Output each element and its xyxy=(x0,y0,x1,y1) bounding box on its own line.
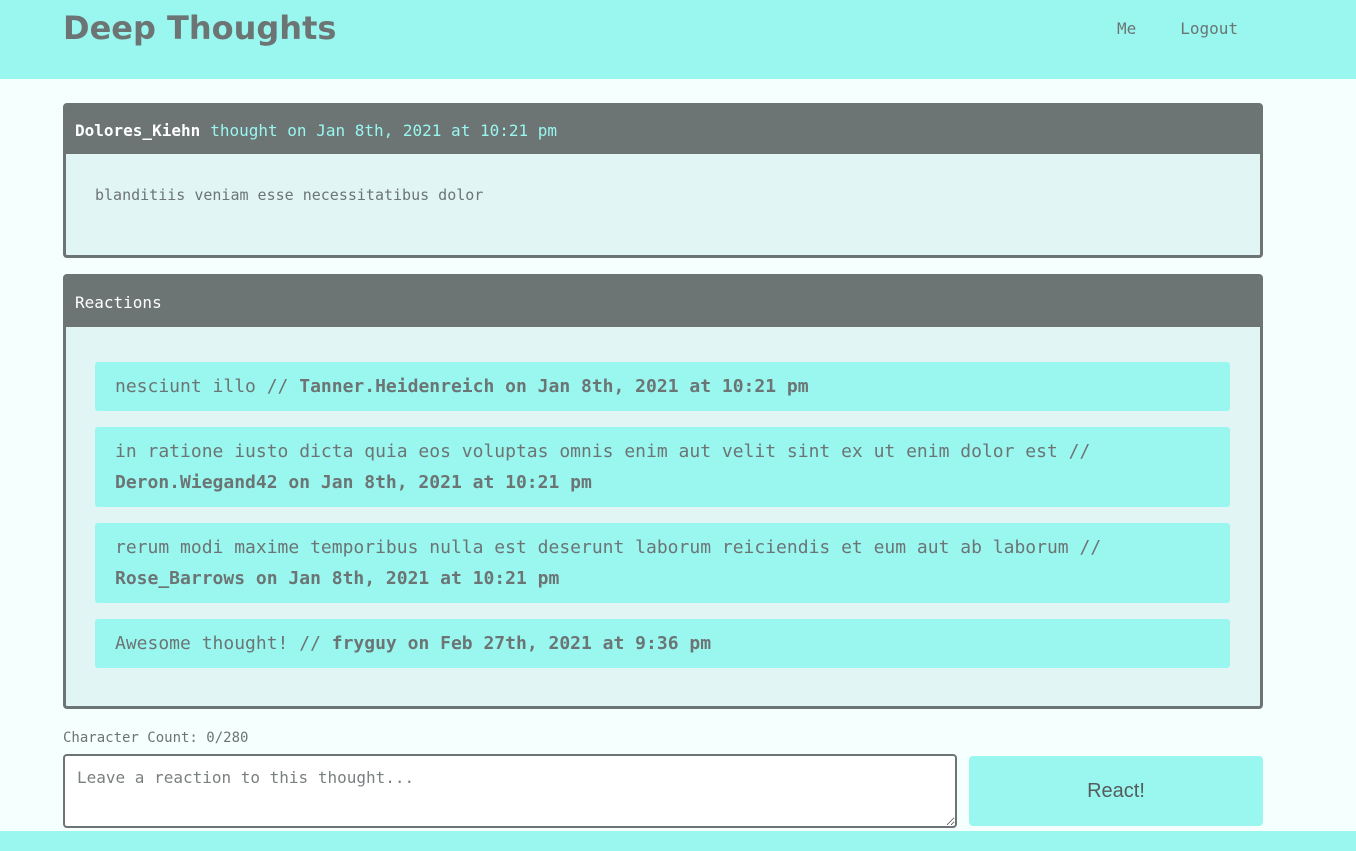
thought-timestamp: thought on Jan 8th, 2021 at 10:21 pm xyxy=(210,120,558,140)
nav-link-me[interactable]: Me xyxy=(1117,17,1136,41)
reaction-body: rerum modi maxime temporibus nulla est d… xyxy=(115,537,1102,558)
reaction-byline-link[interactable]: Rose_Barrows on Jan 8th, 2021 at 10:21 p… xyxy=(115,568,559,589)
reaction-body: nesciunt illo // xyxy=(115,376,300,397)
main-nav: Me Logout xyxy=(1117,17,1238,41)
reaction-input[interactable] xyxy=(63,754,957,828)
reaction-byline-link[interactable]: Deron.Wiegand42 on Jan 8th, 2021 at 10:2… xyxy=(115,472,592,493)
site-header: Deep Thoughts Me Logout xyxy=(0,0,1356,79)
reactions-header: Reactions xyxy=(66,277,1260,327)
thought-text: blanditiis veniam esse necessitatibus do… xyxy=(95,186,484,204)
reaction-byline-link[interactable]: Tanner.Heidenreich on Jan 8th, 2021 at 1… xyxy=(299,376,808,397)
reaction-body: Awesome thought! // xyxy=(115,633,332,654)
reaction-item: Awesome thought! // fryguy on Feb 27th, … xyxy=(95,619,1230,668)
reaction-list: nesciunt illo // Tanner.Heidenreich on J… xyxy=(66,327,1260,668)
thought-author-link[interactable]: Dolores_Kiehn xyxy=(75,121,200,140)
site-footer xyxy=(0,831,1356,851)
character-count: Character Count: 0/280 xyxy=(63,730,249,746)
thought-card: Dolores_Kiehn thought on Jan 8th, 2021 a… xyxy=(63,103,1263,258)
reaction-item: nesciunt illo // Tanner.Heidenreich on J… xyxy=(95,362,1230,411)
reaction-item: in ratione iusto dicta quia eos voluptas… xyxy=(95,427,1230,507)
site-title-link[interactable]: Deep Thoughts xyxy=(63,6,336,50)
reaction-byline-link[interactable]: fryguy on Feb 27th, 2021 at 9:36 pm xyxy=(332,633,711,654)
thought-card-header: Dolores_Kiehn thought on Jan 8th, 2021 a… xyxy=(66,106,1260,154)
reactions-card: Reactions nesciunt illo // Tanner.Heiden… xyxy=(63,274,1263,709)
reaction-body: in ratione iusto dicta quia eos voluptas… xyxy=(115,441,1091,462)
nav-link-logout[interactable]: Logout xyxy=(1180,17,1238,41)
reaction-item: rerum modi maxime temporibus nulla est d… xyxy=(95,523,1230,603)
react-button[interactable]: React! xyxy=(969,756,1263,826)
